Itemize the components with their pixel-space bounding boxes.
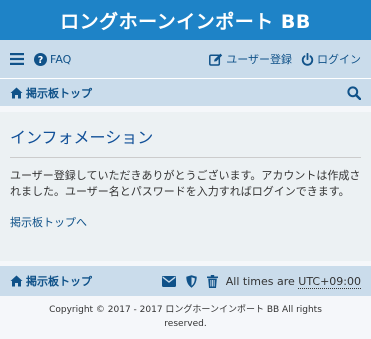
edit-pencil-icon	[209, 53, 223, 66]
timezone-value: UTC+09:00	[298, 274, 361, 289]
login-link[interactable]: ログイン	[301, 51, 361, 67]
copyright-text: Copyright © 2017 - 2017 ロングホーンインポート BB A…	[49, 305, 322, 329]
navbar: ? FAQ ユーザー登録 ログイン 掲示板トップ	[0, 40, 371, 106]
register-label: ユーザー登録	[226, 53, 292, 66]
search-icon	[347, 85, 361, 100]
footer-navbar: 掲示板トップ All times are UTC+09:00	[0, 266, 371, 296]
home-icon	[10, 87, 23, 98]
menu-button[interactable]	[10, 53, 24, 65]
info-panel: インフォメーション ユーザー登録していただきありがとうございます。アカウントは作…	[0, 112, 371, 261]
board-index-label: 掲示板トップ	[26, 86, 92, 100]
info-message: ユーザー登録していただきありがとうございます。アカウントは作成されました。ユーザ…	[10, 169, 361, 198]
footer-actions	[152, 274, 218, 288]
navbar-breadcrumb-row: 掲示板トップ	[0, 78, 371, 106]
power-icon	[301, 52, 314, 66]
breadcrumb-board-index[interactable]: 掲示板トップ	[10, 85, 92, 101]
back-to-index-link[interactable]: 掲示板トップへ	[10, 214, 87, 230]
shield-icon[interactable]	[186, 274, 197, 288]
faq-label: FAQ	[50, 52, 72, 66]
login-label: ログイン	[317, 53, 361, 66]
svg-text:?: ?	[38, 55, 44, 66]
envelope-icon[interactable]	[161, 275, 176, 287]
trash-icon[interactable]	[206, 274, 218, 288]
footer-board-index-link[interactable]: 掲示板トップ	[10, 273, 92, 289]
search-button[interactable]	[347, 85, 361, 100]
home-icon	[10, 275, 23, 287]
timezone-notice: All times are UTC+09:00	[225, 274, 361, 289]
site-title[interactable]: ロングホーンインポート BB	[60, 7, 311, 34]
register-link[interactable]: ユーザー登録	[209, 51, 292, 67]
timezone-prefix: All times are	[225, 274, 295, 288]
hamburger-menu-icon	[10, 53, 24, 65]
faq-link[interactable]: ? FAQ	[34, 52, 72, 66]
site-header: ロングホーンインポート BB	[0, 0, 371, 40]
page-title: インフォメーション	[10, 124, 361, 158]
footer-board-index-label: 掲示板トップ	[26, 275, 92, 288]
navbar-top-row: ? FAQ ユーザー登録 ログイン	[0, 40, 371, 78]
question-circle-icon: ?	[34, 52, 47, 66]
